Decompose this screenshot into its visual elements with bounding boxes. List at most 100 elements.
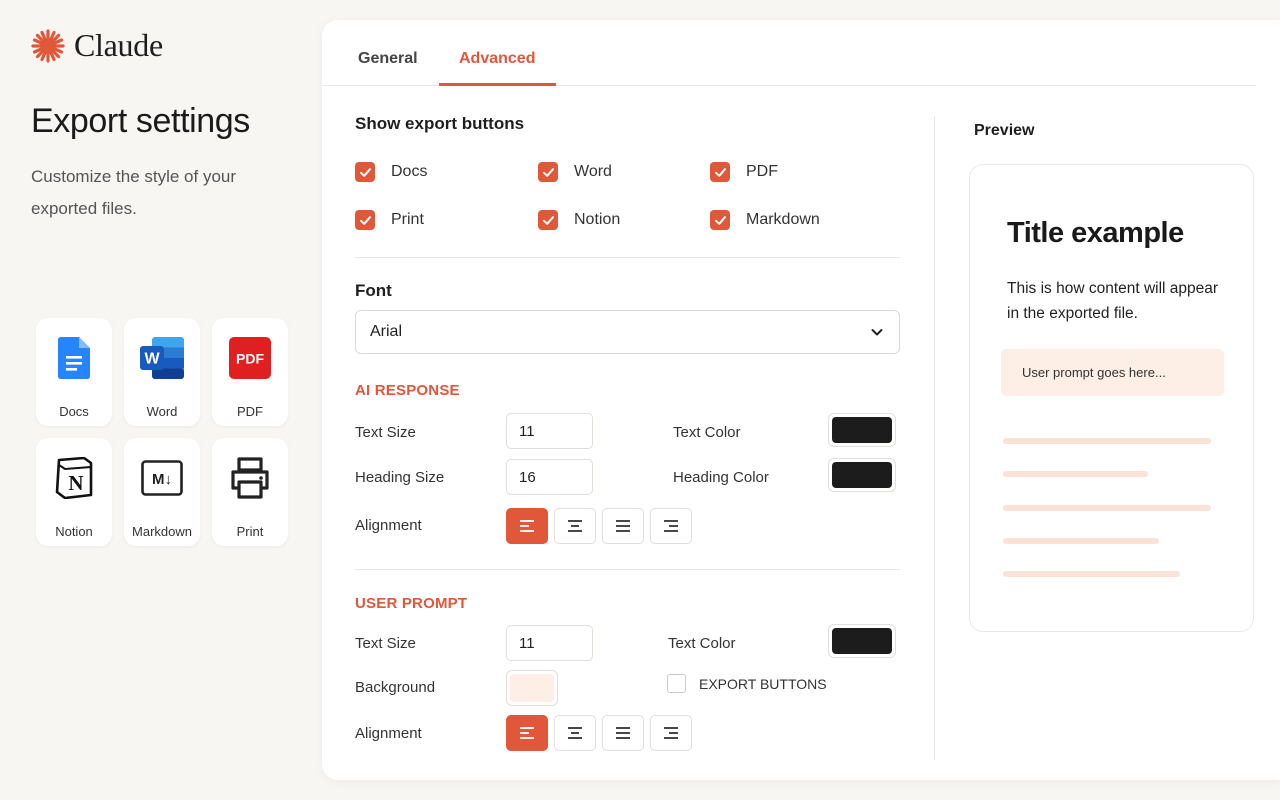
tab-advanced[interactable]: Advanced [459,50,535,68]
user-text-color-swatch[interactable] [828,624,896,658]
preview-body: This is how content will appear in the e… [1007,280,1219,322]
checkbox-notion[interactable]: Notion [538,210,620,230]
align-center-icon [568,520,582,532]
preview-placeholder-line [1003,471,1148,477]
app-card-print[interactable]: Print [212,438,288,546]
align-left-button[interactable] [506,508,548,544]
ai-response-heading: AI RESPONSE [355,382,460,399]
user-background-swatch[interactable] [506,670,558,706]
app-label: Print [236,524,264,539]
ai-text-size-label: Text Size [355,424,416,441]
app-label: Docs [59,404,89,419]
ai-heading-color-label: Heading Color [673,469,769,486]
export-buttons-checkbox[interactable]: EXPORT BUTTONS [667,674,827,693]
align-right-icon [664,727,678,739]
markdown-icon: M↓ [140,456,184,500]
pdf-badge: PDF [236,351,264,367]
notion-badge: N [68,471,83,495]
settings-panel: General Advanced Show export buttons Doc… [322,20,1280,780]
ai-heading-size-label: Heading Size [355,469,445,486]
user-alignment-group [506,715,692,751]
align-right-icon [664,520,678,532]
checkbox-label: Markdown [746,211,820,228]
align-right-button[interactable] [650,715,692,751]
section-divider [355,257,900,258]
align-left-icon [520,727,534,739]
ai-text-color-swatch[interactable] [828,413,896,447]
claude-logo: Claude [30,27,163,64]
checkbox-docs[interactable]: Docs [355,162,427,182]
checkbox-label: Notion [574,211,621,228]
user-prompt-heading: USER PROMPT [355,595,468,612]
app-card-notion[interactable]: N Notion [36,438,112,546]
app-label: Markdown [132,524,192,539]
preview-placeholder-line [1003,571,1180,577]
app-card-pdf[interactable]: PDF PDF [212,318,288,426]
color-fill [510,674,554,702]
checkbox-checked-icon[interactable] [710,162,730,182]
ai-text-size-input[interactable] [506,413,593,449]
svg-text:W: W [144,351,160,368]
align-justify-button[interactable] [602,715,644,751]
tab-general[interactable]: General [358,50,418,68]
user-text-size-label: Text Size [355,635,416,652]
ai-heading-color-swatch[interactable] [828,458,896,492]
align-justify-icon [616,520,630,532]
checkbox-print[interactable]: Print [355,210,424,230]
ai-alignment-group [506,508,692,544]
checkbox-label: Print [391,211,424,228]
align-justify-button[interactable] [602,508,644,544]
user-text-color-label: Text Color [668,635,736,652]
user-alignment-label: Alignment [355,725,422,742]
preview-card: Title example This is how content will a… [969,164,1254,632]
checkbox-markdown[interactable]: Markdown [710,210,820,230]
section-divider [355,569,900,570]
font-heading: Font [355,281,392,300]
word-icon: W [140,336,184,380]
printer-icon [228,456,272,500]
ai-alignment-label: Alignment [355,517,422,534]
tab-bar: General Advanced [322,20,1256,86]
page-subtitle: Customize the style of your exported fil… [31,167,237,218]
user-text-size-input[interactable] [506,625,593,661]
preview-divider [934,116,935,760]
ai-heading-size-input[interactable] [506,459,593,495]
user-background-label: Background [355,679,436,696]
export-app-grid: Docs W Word PDF PDF N Notion M↓ Markdown… [36,318,288,546]
brand-wordmark: Claude [74,27,163,63]
app-label: Notion [55,524,93,539]
checkbox-checked-icon[interactable] [355,162,375,182]
markdown-badge: M↓ [152,471,172,488]
checkbox-unchecked-icon[interactable] [667,674,686,693]
checkbox-label: Word [574,163,612,180]
align-center-button[interactable] [554,715,596,751]
preview-prompt-text: User prompt goes here... [1022,365,1166,380]
checkbox-label: EXPORT BUTTONS [699,675,827,692]
checkbox-label: Docs [391,163,428,180]
google-docs-icon [52,336,96,380]
app-label: PDF [237,404,263,419]
preview-placeholder-line [1003,438,1211,444]
align-left-button[interactable] [506,715,548,751]
font-select[interactable]: Arial [355,310,900,354]
checkbox-checked-icon[interactable] [538,210,558,230]
checkbox-word[interactable]: Word [538,162,612,182]
checkbox-pdf[interactable]: PDF [710,162,778,182]
app-card-docs[interactable]: Docs [36,318,112,426]
checkbox-checked-icon[interactable] [710,210,730,230]
checkbox-label: PDF [746,163,778,180]
align-right-button[interactable] [650,508,692,544]
checkbox-checked-icon[interactable] [538,162,558,182]
color-fill [832,628,892,654]
color-fill [832,462,892,488]
app-card-markdown[interactable]: M↓ Markdown [124,438,200,546]
color-fill [832,417,892,443]
align-center-button[interactable] [554,508,596,544]
checkbox-checked-icon[interactable] [355,210,375,230]
align-center-icon [568,727,582,739]
notion-icon: N [52,456,96,500]
app-card-word[interactable]: W Word [124,318,200,426]
claude-spark-icon [31,28,65,63]
align-justify-icon [616,727,630,739]
font-select-value: Arial [370,323,403,340]
